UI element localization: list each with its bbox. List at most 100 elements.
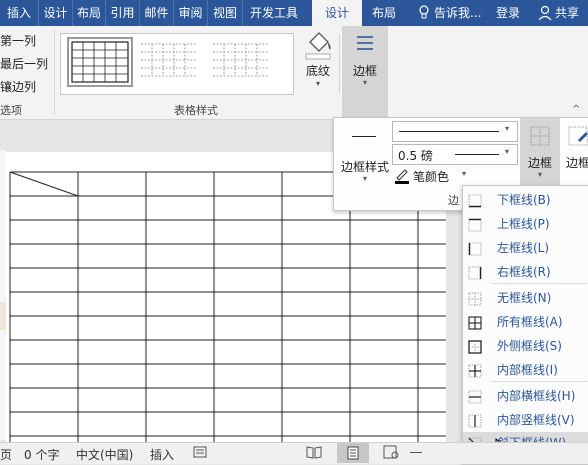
status-bar: 页 0 个字 中文(中国) 插入 bbox=[0, 442, 588, 464]
paint-bucket-icon bbox=[298, 28, 338, 62]
border-menu-item[interactable]: 无框线(N) bbox=[463, 287, 588, 310]
table-style-thumb[interactable] bbox=[211, 39, 271, 81]
table-style-thumb[interactable] bbox=[139, 39, 199, 81]
table-style-thumb[interactable] bbox=[67, 37, 133, 87]
language-indicator[interactable]: 中文(中国) bbox=[76, 446, 133, 463]
share-button[interactable]: 共享 bbox=[530, 0, 588, 26]
page-indicator[interactable]: 页 bbox=[0, 446, 12, 463]
border-menu-item-label: 所有框线(A) bbox=[497, 315, 563, 329]
border-menu-item[interactable]: 外侧框线(S) bbox=[463, 335, 588, 358]
collapse-ribbon-icon[interactable]: ^ bbox=[572, 104, 580, 115]
pen-color-label: 笔颜色 bbox=[413, 170, 450, 184]
line-weight-value: 0.5 磅 bbox=[398, 149, 433, 163]
chevron-down-icon: ▾ bbox=[537, 170, 542, 179]
borders-dropdown-button[interactable]: 边框 ▾ bbox=[520, 118, 560, 188]
print-layout-icon bbox=[347, 446, 359, 460]
borders-label: 边框 bbox=[352, 64, 377, 78]
last-column-option[interactable]: 最后一列 bbox=[0, 55, 48, 72]
shading-label: 底纹 bbox=[305, 64, 330, 78]
border-styles-button[interactable]: 边框样式 ▾ bbox=[338, 120, 390, 186]
weight-preview bbox=[455, 154, 499, 155]
tab-references[interactable]: 引用 bbox=[106, 0, 140, 26]
border-menu-item-label: 内部框线(I) bbox=[497, 363, 558, 377]
tab-insert[interactable]: 插入 bbox=[0, 0, 39, 26]
menu-separator bbox=[491, 381, 587, 382]
table-styles-group-label: 表格样式 bbox=[174, 104, 218, 117]
inside-vertical-border-icon bbox=[468, 413, 482, 428]
tab-developer[interactable]: 开发工具 bbox=[243, 0, 305, 26]
table-styles-gallery: ▲ ▼ ▾ bbox=[60, 33, 353, 95]
inside-borders-icon bbox=[468, 363, 482, 378]
border-menu-item-label: 外侧框线(S) bbox=[497, 339, 562, 353]
outside-borders-icon bbox=[468, 339, 482, 354]
shading-button[interactable]: 底纹 ▾ bbox=[298, 28, 338, 96]
chevron-down-icon: ▾ bbox=[505, 147, 510, 156]
no-border-icon bbox=[468, 291, 482, 306]
macro-record-icon[interactable] bbox=[193, 445, 207, 462]
borders-group-label: 边 bbox=[448, 194, 459, 207]
border-menu-item[interactable]: 下框线(B) bbox=[463, 189, 588, 212]
pen-color-button[interactable]: 笔颜色 ▾ bbox=[394, 167, 474, 185]
borders-icon bbox=[352, 32, 378, 59]
tab-layout[interactable]: 布局 bbox=[73, 0, 106, 26]
border-menu-item[interactable]: 上框线(P) bbox=[463, 213, 588, 236]
banded-columns-option[interactable]: 镶边列 bbox=[0, 78, 36, 95]
left-border-icon bbox=[468, 241, 482, 256]
tab-view[interactable]: 视图 bbox=[208, 0, 243, 26]
chevron-down-icon: ▾ bbox=[362, 78, 367, 87]
border-menu-item[interactable]: 内部横框线(H) bbox=[463, 385, 588, 408]
border-menu-item[interactable]: 右框线(R) bbox=[463, 261, 588, 284]
border-menu-item-label: 上框线(P) bbox=[497, 217, 550, 231]
border-menu-item-label: 左框线(L) bbox=[497, 241, 550, 255]
right-border-icon bbox=[468, 265, 482, 280]
border-menu-item[interactable]: 所有框线(A) bbox=[463, 311, 588, 334]
line-style-preview bbox=[399, 131, 499, 132]
all-borders-icon bbox=[468, 315, 482, 330]
all-borders-icon bbox=[528, 124, 552, 151]
chevron-down-icon: ▾ bbox=[462, 169, 467, 178]
border-menu-item-label: 右框线(R) bbox=[497, 265, 551, 279]
share-label: 共享 bbox=[555, 6, 580, 20]
line-style-select[interactable]: ▾ bbox=[392, 121, 518, 142]
print-layout-view-button[interactable] bbox=[337, 443, 369, 463]
borders-dropdown-label: 边框 bbox=[527, 156, 552, 170]
line-style-icon bbox=[352, 136, 376, 137]
borders-menu: 下框线(B) 上框线(P) 左框线(L) 右框线(R) 无框线(N) 所有框线(A) 外侧框… bbox=[462, 185, 588, 465]
border-menu-item-label: 下框线(B) bbox=[497, 193, 551, 207]
border-menu-item-label: 内部竖框线(V) bbox=[497, 413, 575, 427]
login-button[interactable]: 登录 bbox=[492, 0, 524, 26]
first-column-option[interactable]: 第一列 bbox=[0, 32, 36, 49]
insert-mode[interactable]: 插入 bbox=[150, 446, 174, 463]
tab-table-layout[interactable]: 布局 bbox=[362, 0, 406, 26]
web-layout-icon[interactable] bbox=[383, 445, 399, 462]
tab-review[interactable]: 审阅 bbox=[174, 0, 208, 26]
tab-design[interactable]: 设计 bbox=[39, 0, 73, 26]
border-menu-item-label: 内部横框线(H) bbox=[497, 389, 576, 403]
border-painter-button[interactable]: 边框 bbox=[562, 118, 588, 188]
zoom-out-icon[interactable] bbox=[410, 452, 422, 453]
word-count[interactable]: 0 个字 bbox=[24, 446, 59, 463]
tab-mailings[interactable]: 邮件 bbox=[140, 0, 174, 26]
tell-me-box[interactable]: 告诉我... bbox=[414, 0, 494, 26]
border-menu-item[interactable]: 内部竖框线(V) bbox=[463, 409, 588, 432]
inside-horizontal-border-icon bbox=[468, 389, 482, 404]
menu-separator bbox=[491, 283, 587, 284]
options-group-label: 选项 bbox=[0, 104, 22, 117]
ribbon: 第一列 最后一列 镶边列 选项 表格样式 底纹 ▾ 边框 ▾ ^ bbox=[0, 26, 588, 120]
border-painter-icon bbox=[566, 124, 588, 151]
border-menu-item[interactable]: 左框线(L) bbox=[463, 237, 588, 260]
border-menu-item[interactable]: 内部框线(I) bbox=[463, 359, 588, 382]
bottom-border-icon bbox=[468, 193, 482, 208]
border-painter-label: 边框 bbox=[566, 156, 588, 170]
chevron-down-icon: ▾ bbox=[362, 174, 367, 183]
tell-me-text: 告诉我... bbox=[434, 6, 482, 20]
border-menu-item-label: 无框线(N) bbox=[497, 291, 552, 305]
read-mode-icon[interactable] bbox=[306, 445, 322, 462]
tab-table-design[interactable]: 设计 bbox=[312, 0, 362, 26]
line-weight-select[interactable]: 0.5 磅 ▾ bbox=[392, 144, 518, 165]
top-border-icon bbox=[468, 217, 482, 232]
pen-icon bbox=[394, 167, 410, 188]
ribbon-tab-bar: 插入 设计 布局 引用 邮件 审阅 视图 开发工具 设计 布局 告诉我... 登… bbox=[0, 0, 588, 26]
group-divider bbox=[54, 30, 55, 114]
borders-group-button[interactable]: 边框 ▾ bbox=[342, 26, 388, 118]
